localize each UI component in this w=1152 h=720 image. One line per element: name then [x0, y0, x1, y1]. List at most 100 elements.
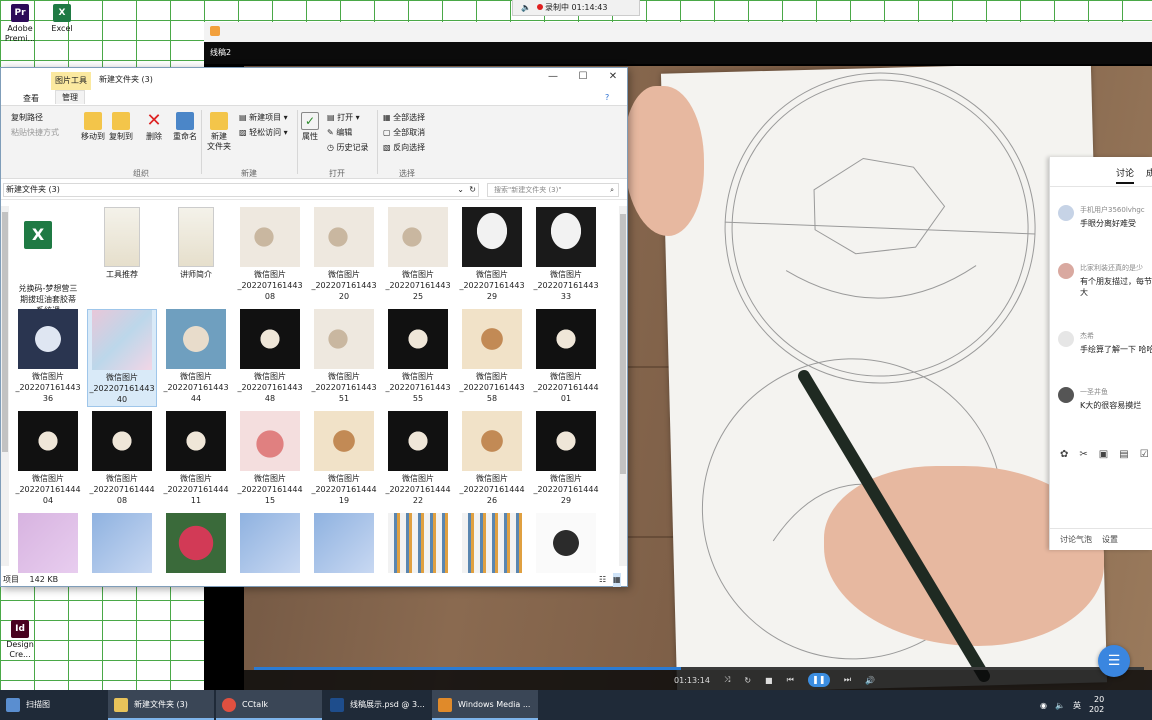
- file-name: 讲师简介: [180, 270, 212, 279]
- details-view-icon[interactable]: ☷: [599, 573, 606, 587]
- help-icon[interactable]: ?: [605, 93, 609, 102]
- tab-discussion[interactable]: 讨论: [1116, 166, 1134, 179]
- file-grid-scrollbar[interactable]: [619, 206, 627, 566]
- taskbar-item-photoshop[interactable]: 线稿展示.psd @ 3...: [324, 690, 430, 720]
- file-item[interactable]: 微信图片 _202207161443 29: [457, 207, 527, 305]
- dropdown-icon[interactable]: ⌄: [457, 184, 464, 196]
- paste-shortcut-button[interactable]: 粘贴快捷方式: [11, 128, 59, 138]
- file-item[interactable]: 微信图片 _202207161443 58: [457, 309, 527, 407]
- tab-view[interactable]: 查看: [23, 93, 39, 104]
- ime-language[interactable]: 英: [1073, 700, 1081, 711]
- file-item[interactable]: 微信图片 _202207161443 25: [383, 207, 453, 305]
- thumbnail-view-icon[interactable]: ▦: [613, 573, 621, 587]
- file-item[interactable]: [161, 513, 231, 573]
- history-button[interactable]: ◷ 历史记录: [327, 143, 369, 153]
- file-item[interactable]: 微信图片 _202207161443 40: [87, 309, 157, 407]
- file-item[interactable]: 微信图片 _202207161444 04: [13, 411, 83, 509]
- taskbar-item-cctalk[interactable]: CCtalk: [216, 690, 322, 720]
- file-item[interactable]: 微信图片 _202207161443 51: [309, 309, 379, 407]
- select-all-button[interactable]: ▦ 全部选择: [383, 113, 425, 123]
- delete-button[interactable]: ✕ 删除: [145, 112, 163, 142]
- volume-icon[interactable]: 🔊: [865, 676, 875, 685]
- copy-to-button[interactable]: 复制到: [109, 112, 133, 142]
- file-item[interactable]: 微信图片 _202207161443 36: [13, 309, 83, 407]
- previous-icon[interactable]: ⏮: [787, 675, 794, 685]
- speaker-icon[interactable]: 🔈: [521, 3, 531, 12]
- select-none-button[interactable]: ▢ 全部取消: [383, 128, 425, 138]
- chat-bubble-button[interactable]: ☰: [1098, 645, 1130, 677]
- close-icon[interactable]: ✕: [605, 71, 621, 82]
- indesign-desktop-icon[interactable]: Id Design Cre...: [0, 620, 40, 660]
- settings-button[interactable]: 设置: [1102, 534, 1118, 545]
- file-item[interactable]: [13, 513, 83, 573]
- file-item[interactable]: 微信图片 _202207161443 33: [531, 207, 601, 305]
- chat-footer: 讨论气泡 设置: [1050, 528, 1152, 550]
- file-item[interactable]: [87, 513, 157, 573]
- taskbar-item-scan[interactable]: 扫描图: [0, 690, 106, 720]
- tab-members[interactable]: 成: [1146, 166, 1152, 179]
- invert-selection-button[interactable]: ▧ 反向选择: [383, 143, 425, 153]
- bubble-toggle[interactable]: 讨论气泡: [1060, 534, 1092, 545]
- file-item[interactable]: [309, 513, 379, 573]
- file-item[interactable]: 微信图片 _202207161444 11: [161, 411, 231, 509]
- refresh-icon[interactable]: ↻: [469, 184, 476, 196]
- premiere-desktop-icon[interactable]: Pr Adobe Premi...: [0, 4, 40, 44]
- pause-button[interactable]: ❚❚: [807, 673, 830, 687]
- emoji-icon[interactable]: ✿: [1060, 449, 1068, 460]
- file-item[interactable]: 微信图片 _202207161444 26: [457, 411, 527, 509]
- picture-tools-tab[interactable]: 图片工具: [51, 72, 91, 90]
- minimize-icon[interactable]: —: [545, 71, 561, 82]
- file-item[interactable]: 微信图片 _202207161444 22: [383, 411, 453, 509]
- open-button[interactable]: ▤ 打开 ▾: [327, 113, 360, 123]
- maximize-icon[interactable]: ☐: [575, 71, 591, 82]
- file-item[interactable]: [383, 513, 453, 573]
- check-icon[interactable]: ☑: [1140, 449, 1149, 460]
- file-name: 微信图片 _202207161444 29: [533, 474, 599, 505]
- clock[interactable]: 20 202: [1089, 695, 1104, 715]
- file-name: 微信图片 _202207161443 08: [237, 270, 303, 301]
- tab-manage[interactable]: 管理: [55, 90, 85, 104]
- screenshot-icon[interactable]: ▤: [1119, 449, 1128, 460]
- file-item[interactable]: 微信图片 _202207161444 29: [531, 411, 601, 509]
- file-item[interactable]: [457, 513, 527, 573]
- taskbar-item-media-player[interactable]: Windows Media ...: [432, 690, 538, 720]
- taskbar-item-explorer[interactable]: 新建文件夹 (3): [108, 690, 214, 720]
- file-item[interactable]: X兑换码-梦想营三 期拔班油套胶蒂 系统课: [13, 207, 83, 315]
- stop-icon[interactable]: ■: [765, 676, 773, 685]
- file-item[interactable]: 微信图片 _202207161443 44: [161, 309, 231, 407]
- volume-tray-icon[interactable]: 🔈: [1055, 701, 1065, 710]
- move-to-button[interactable]: 移动到: [81, 112, 105, 142]
- next-icon[interactable]: ⏭: [844, 675, 851, 685]
- file-item[interactable]: 微信图片 _202207161443 55: [383, 309, 453, 407]
- image-thumbnail: [314, 207, 374, 267]
- new-folder-button[interactable]: 新建 文件夹: [207, 112, 231, 152]
- new-item-button[interactable]: ▤ 新建项目 ▾: [239, 113, 288, 123]
- scissors-icon[interactable]: ✂: [1079, 449, 1087, 460]
- shuffle-icon[interactable]: ⤨: [724, 675, 730, 685]
- file-item[interactable]: 微信图片 _202207161444 08: [87, 411, 157, 509]
- file-item[interactable]: 工具推荐: [87, 207, 157, 305]
- file-item[interactable]: 微信图片 _202207161443 20: [309, 207, 379, 305]
- image-thumbnail: [388, 513, 448, 573]
- search-input[interactable]: 搜索"新建文件夹 (3)" ⌕: [487, 183, 619, 197]
- avatar: [1058, 331, 1074, 347]
- file-item[interactable]: 微信图片 _202207161443 08: [235, 207, 305, 305]
- file-item[interactable]: 微信图片 _202207161444 01: [531, 309, 601, 407]
- file-item[interactable]: 微信图片 _202207161443 48: [235, 309, 305, 407]
- file-item[interactable]: 讲师简介: [161, 207, 231, 305]
- file-item[interactable]: 微信图片 _202207161444 19: [309, 411, 379, 509]
- easy-access-button[interactable]: ▨ 轻松访问 ▾: [239, 128, 288, 138]
- image-thumbnail: [462, 207, 522, 267]
- excel-desktop-icon[interactable]: X Excel: [42, 4, 82, 34]
- file-item[interactable]: [531, 513, 601, 573]
- path-input[interactable]: 新建文件夹 (3) ⌄ ↻: [3, 183, 479, 197]
- repeat-icon[interactable]: ↻: [744, 676, 751, 685]
- file-item[interactable]: 微信图片 _202207161444 15: [235, 411, 305, 509]
- network-icon[interactable]: ◉: [1040, 701, 1047, 710]
- file-item[interactable]: [235, 513, 305, 573]
- edit-button[interactable]: ✎ 编辑: [327, 128, 352, 138]
- properties-button[interactable]: ✓ 属性: [301, 112, 319, 142]
- copy-path-button[interactable]: 复制路径: [11, 113, 43, 123]
- image-icon[interactable]: ▣: [1099, 449, 1108, 460]
- rename-button[interactable]: 重命名: [173, 112, 197, 142]
